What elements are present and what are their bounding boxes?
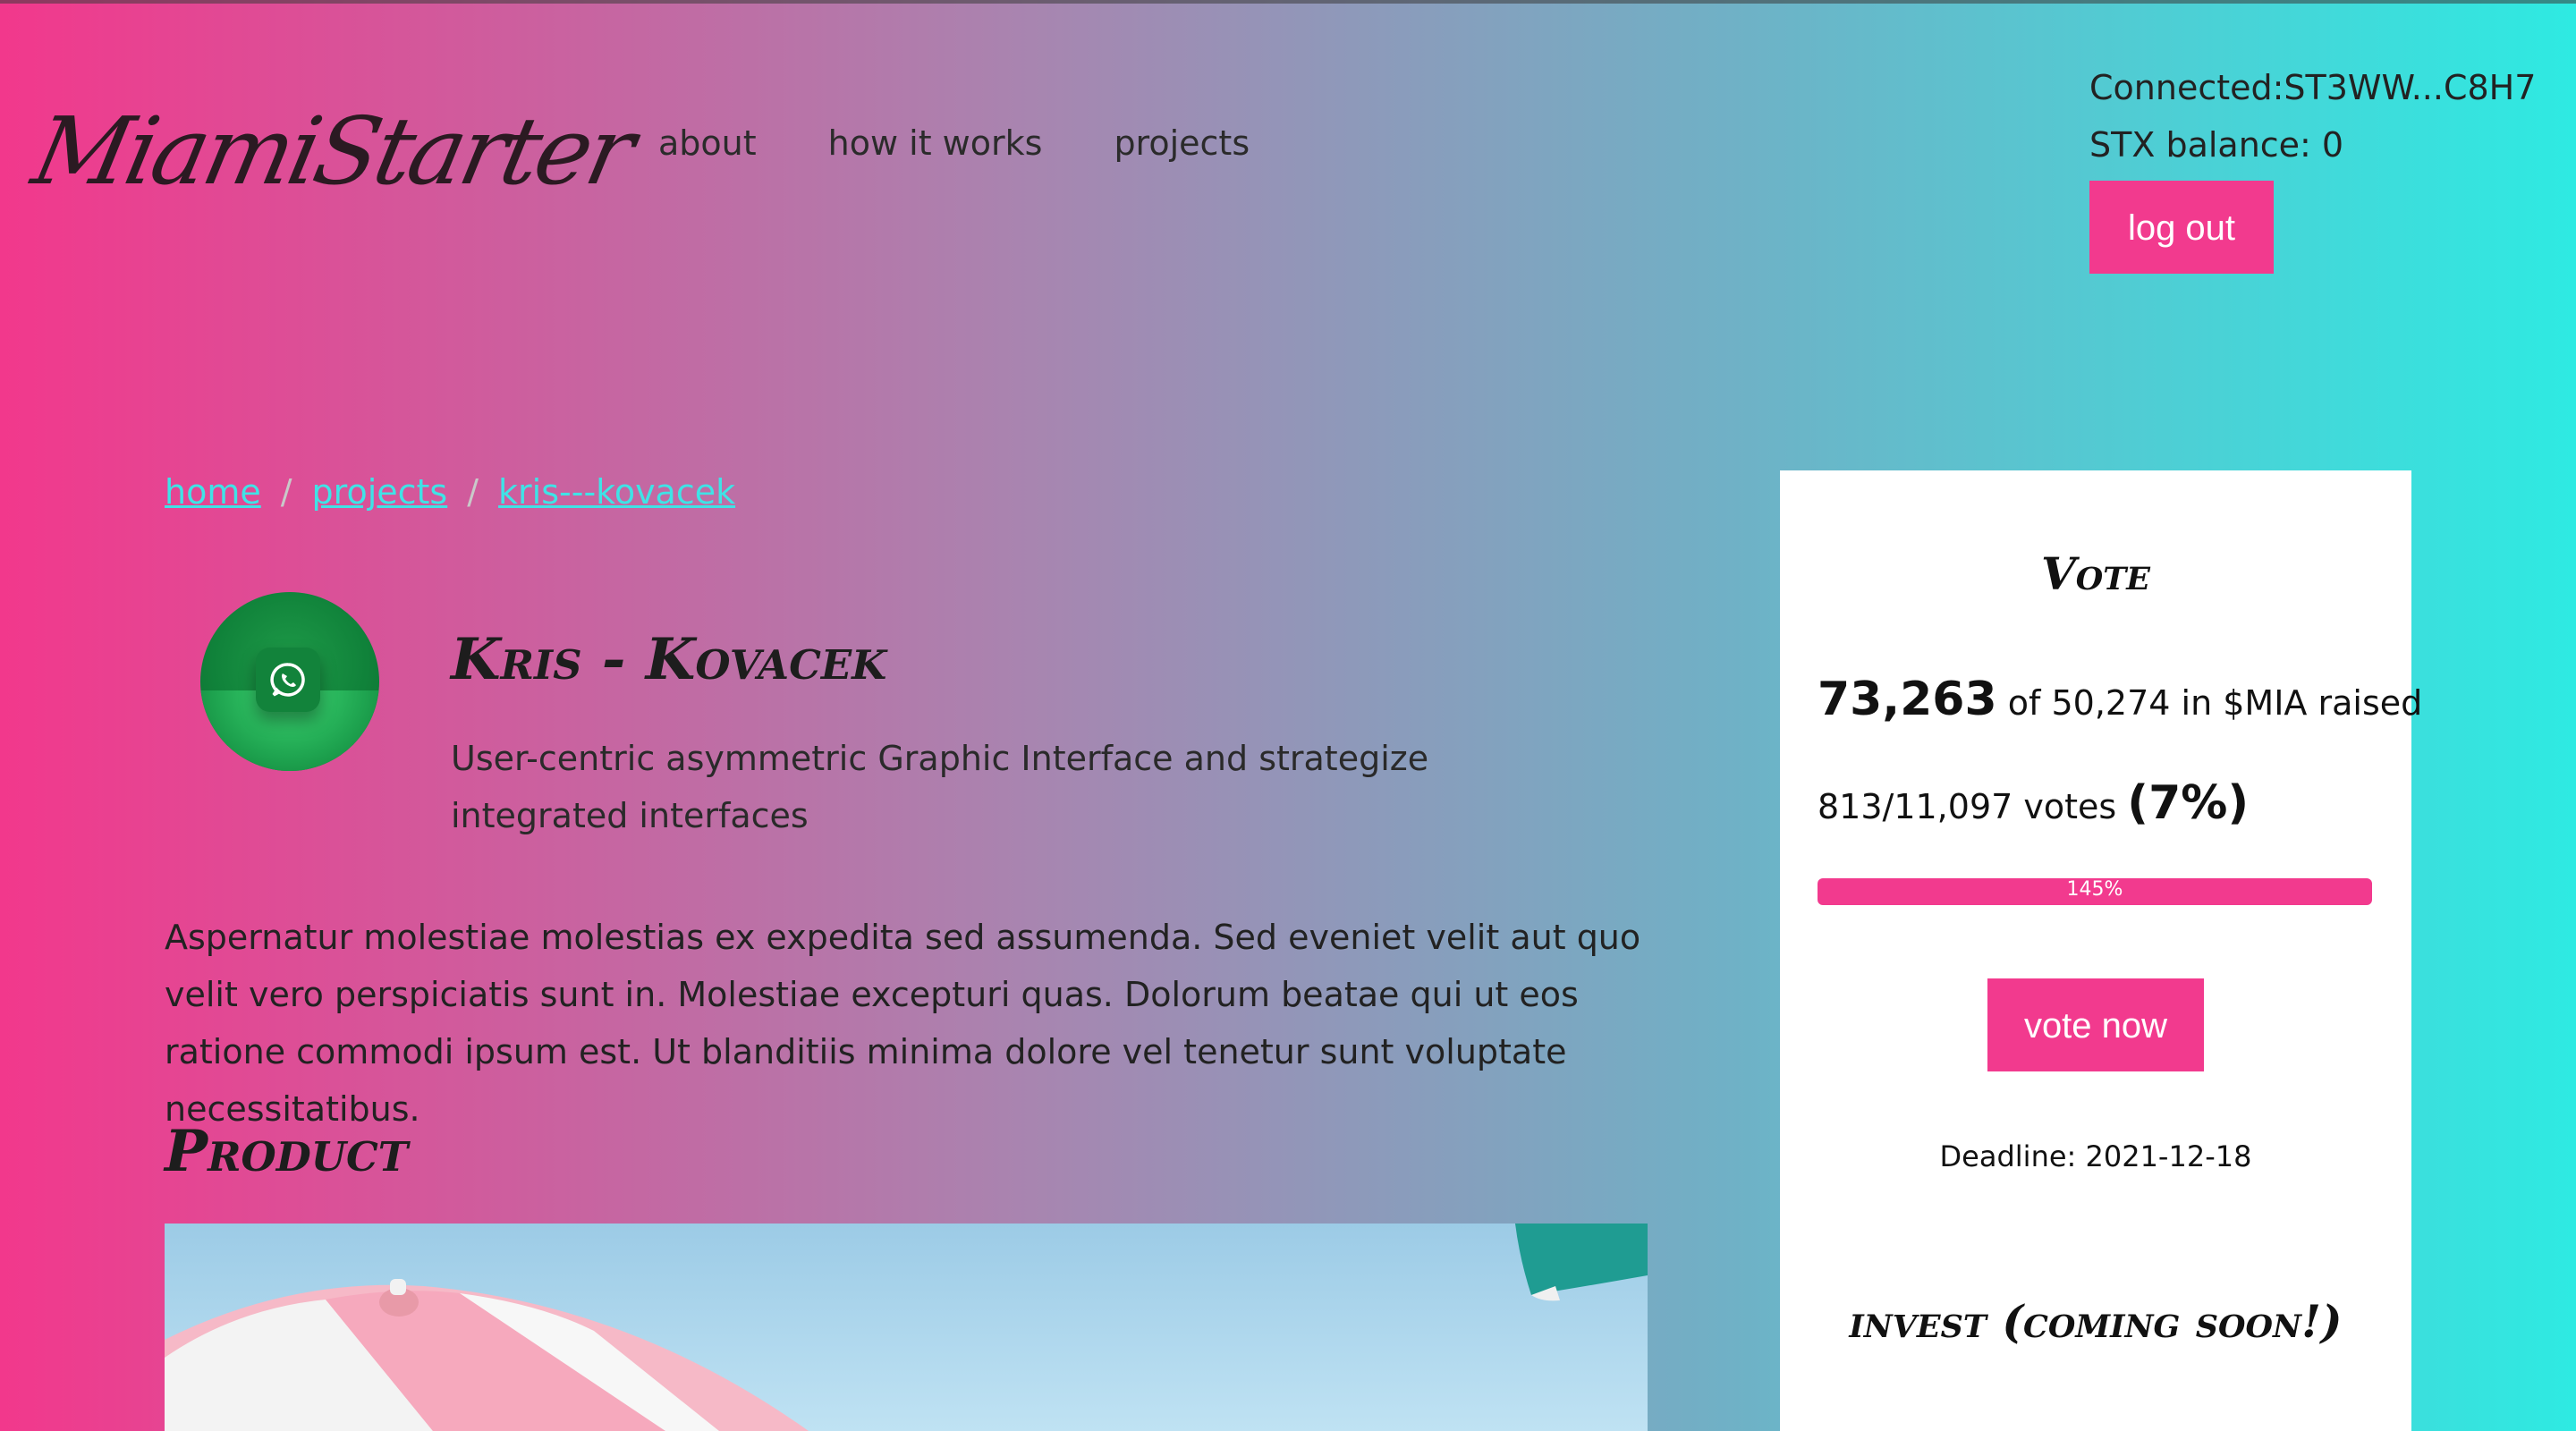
vote-now-button[interactable]: vote now: [1987, 978, 2204, 1071]
product-image: [165, 1224, 1648, 1431]
account-info: Connected:ST3WW...C8H7 STX balance: 0: [2089, 59, 2536, 174]
top-border: [0, 0, 2576, 4]
vote-heading: Vote: [2040, 547, 2150, 600]
breadcrumb-home[interactable]: home: [165, 472, 261, 512]
votes-count: 813/11,097 votes: [1818, 787, 2117, 826]
raised-summary: 73,263 of 50,274 in $MIA raised: [1818, 673, 2422, 726]
page: MiamiStarter about how it works projects…: [0, 0, 2576, 1431]
nav-how-it-works[interactable]: how it works: [828, 123, 1043, 163]
vote-progress-bar: 145%: [1818, 878, 2372, 905]
vote-progress-fill: 145%: [1818, 878, 2372, 905]
site-logo[interactable]: MiamiStarter: [24, 97, 640, 206]
connected-address: Connected:ST3WW...C8H7: [2089, 68, 2537, 107]
votes-summary: 813/11,097 votes (7%): [1818, 776, 2249, 830]
nav-about[interactable]: about: [658, 123, 757, 163]
breadcrumb: home / projects / kris---kovacek: [165, 472, 735, 512]
invest-heading: invest (coming soon!): [1849, 1295, 2343, 1348]
project-title: Kris - Kovacek: [451, 626, 887, 693]
raised-detail: of 50,274 in $MIA raised: [2007, 683, 2423, 723]
breadcrumb-projects[interactable]: projects: [312, 472, 448, 512]
whatsapp-icon: [256, 648, 320, 712]
vote-panel: Vote 73,263 of 50,274 in $MIA raised 813…: [1780, 470, 2422, 1431]
breadcrumb-separator: /: [280, 472, 292, 512]
project-subtitle: User-centric asymmetric Graphic Interfac…: [451, 739, 1429, 835]
deadline: Deadline: 2021-12-18: [1939, 1139, 2252, 1173]
votes-percent: (7%): [2127, 776, 2250, 830]
project-description: Aspernatur molestiae molestias ex expedi…: [165, 918, 1641, 1129]
project-avatar: [200, 592, 379, 771]
product-heading: Product: [165, 1118, 409, 1185]
logout-button[interactable]: log out: [2089, 181, 2274, 274]
stx-balance: STX balance: 0: [2089, 125, 2344, 165]
breadcrumb-separator: /: [467, 472, 479, 512]
nav-projects[interactable]: projects: [1114, 123, 1250, 163]
main-nav: about how it works projects: [658, 123, 1250, 163]
raised-amount: 73,263: [1818, 673, 1997, 726]
breadcrumb-current-project[interactable]: kris---kovacek: [498, 472, 735, 512]
